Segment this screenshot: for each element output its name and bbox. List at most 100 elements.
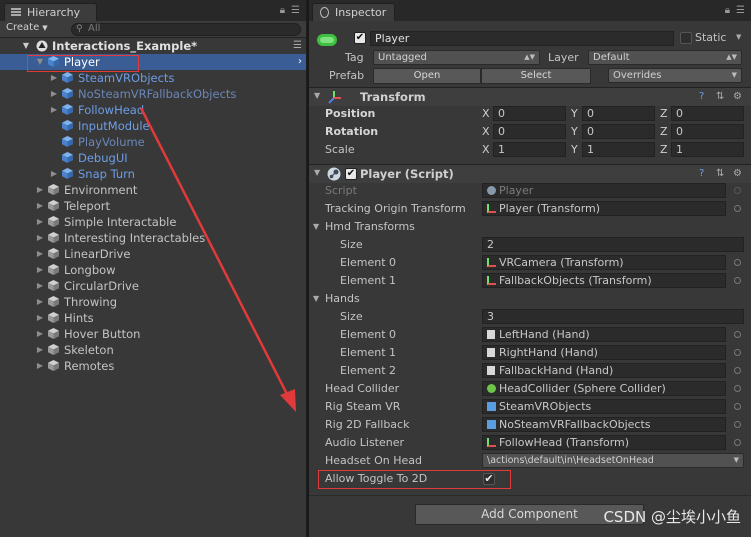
- fold-closed-icon[interactable]: ▶: [36, 294, 44, 310]
- head-collider-field[interactable]: HeadCollider (Sphere Collider): [482, 381, 726, 396]
- object-name-field[interactable]: Player: [370, 31, 674, 46]
- inspector-tab[interactable]: Inspector: [312, 3, 395, 21]
- hierarchy-item[interactable]: ▶ Simple Interactable: [0, 214, 306, 230]
- help-icon[interactable]: ?: [699, 168, 704, 179]
- hierarchy-item[interactable]: ▶ Skeleton: [0, 342, 306, 358]
- fold-open-icon[interactable]: ▼: [314, 168, 320, 177]
- element-field[interactable]: LeftHand (Hand): [482, 327, 726, 342]
- tracking-origin-field[interactable]: Player (Transform): [482, 201, 726, 216]
- menu-icon[interactable]: ☰: [736, 5, 745, 16]
- position-field[interactable]: 0: [671, 106, 744, 121]
- fold-closed-icon[interactable]: ▶: [36, 230, 44, 246]
- rotation-field[interactable]: 0: [493, 124, 566, 139]
- rig-steam-vr-field[interactable]: SteamVRObjects: [482, 399, 726, 414]
- scale-field[interactable]: 1: [582, 142, 655, 157]
- menu-icon[interactable]: ☰: [291, 5, 300, 16]
- object-picker-icon[interactable]: [734, 205, 741, 212]
- element-field[interactable]: VRCamera (Transform): [482, 255, 726, 270]
- hierarchy-item[interactable]: ▶ Hints: [0, 310, 306, 326]
- transform-header[interactable]: ▼ Transform ? ⇅ ⚙: [309, 87, 751, 106]
- fold-closed-icon[interactable]: ▶: [36, 342, 44, 358]
- active-checkbox[interactable]: ✔: [354, 32, 366, 44]
- fold-closed-icon[interactable]: ▶: [36, 262, 44, 278]
- static-dropdown-arrow-icon[interactable]: ▼: [736, 33, 741, 41]
- fold-closed-icon[interactable]: ▶: [36, 214, 44, 230]
- lock-icon[interactable]: 🔒︎: [725, 5, 730, 16]
- fold-closed-icon[interactable]: ▶: [36, 310, 44, 326]
- fold-open-icon[interactable]: ▼: [314, 91, 320, 100]
- hierarchy-item[interactable]: ▶ CircularDrive: [0, 278, 306, 294]
- headset-on-head-dropdown[interactable]: \actions\default\in\HeadsetOnHead ▼: [482, 453, 744, 468]
- scene-row[interactable]: ▼ Interactions_Example* ☰: [0, 38, 306, 54]
- gear-icon[interactable]: ⚙: [733, 91, 742, 102]
- scene-menu-icon[interactable]: ☰: [293, 38, 302, 54]
- object-picker-icon[interactable]: [734, 331, 741, 338]
- prefab-select-button[interactable]: Select: [481, 68, 591, 84]
- object-picker-icon[interactable]: [734, 277, 741, 284]
- fold-closed-icon[interactable]: ▶: [50, 70, 58, 86]
- object-picker-icon[interactable]: [734, 259, 741, 266]
- hierarchy-item[interactable]: ▶ Throwing: [0, 294, 306, 310]
- hierarchy-item[interactable]: ▶ Hover Button: [0, 326, 306, 342]
- fold-closed-icon[interactable]: ▶: [36, 246, 44, 262]
- fold-closed-icon[interactable]: ▶: [36, 278, 44, 294]
- prefab-overrides-dropdown[interactable]: Overrides ▼: [608, 68, 742, 83]
- search-input[interactable]: ⚲ All: [71, 23, 301, 36]
- hierarchy-item[interactable]: ▶ Environment: [0, 182, 306, 198]
- hierarchy-item[interactable]: ▶ Snap Turn: [0, 166, 306, 182]
- scale-field[interactable]: 1: [493, 142, 566, 157]
- script-enabled-checkbox[interactable]: ✔: [345, 168, 357, 180]
- static-checkbox[interactable]: [680, 32, 692, 44]
- hierarchy-item[interactable]: ▶ SteamVRObjects: [0, 70, 306, 86]
- hierarchy-item[interactable]: ▶ Interesting Interactables: [0, 230, 306, 246]
- help-icon[interactable]: ?: [699, 91, 704, 102]
- object-picker-icon[interactable]: [734, 349, 741, 356]
- preset-icon[interactable]: ⇅: [716, 91, 724, 102]
- hierarchy-item[interactable]: InputModule: [0, 118, 306, 134]
- create-button[interactable]: Create ▼: [6, 22, 48, 33]
- rotation-field[interactable]: 0: [582, 124, 655, 139]
- hierarchy-item[interactable]: ▶ Teleport: [0, 198, 306, 214]
- scale-field[interactable]: 1: [671, 142, 744, 157]
- element-field[interactable]: FallbackHand (Hand): [482, 363, 726, 378]
- fold-closed-icon[interactable]: ▶: [50, 166, 58, 182]
- fold-closed-icon[interactable]: ▶: [36, 182, 44, 198]
- fold-open-icon[interactable]: ▼: [313, 222, 319, 231]
- preset-icon[interactable]: ⇅: [716, 168, 724, 179]
- lock-icon[interactable]: 🔒︎: [280, 5, 285, 16]
- rig-2d-fallback-field[interactable]: NoSteamVRFallbackObjects: [482, 417, 726, 432]
- layer-dropdown[interactable]: Default ▲▼: [588, 50, 742, 65]
- fold-closed-icon[interactable]: ▶: [36, 198, 44, 214]
- element-field[interactable]: FallbackObjects (Transform): [482, 273, 726, 288]
- audio-listener-field[interactable]: FollowHead (Transform): [482, 435, 726, 450]
- fold-open-icon[interactable]: ▼: [22, 38, 30, 54]
- hierarchy-item[interactable]: ▶ FollowHead: [0, 102, 306, 118]
- open-prefab-arrow-icon[interactable]: ›: [298, 54, 302, 70]
- fold-closed-icon[interactable]: ▶: [36, 326, 44, 342]
- object-picker-icon[interactable]: [734, 439, 741, 446]
- object-picker-icon[interactable]: [734, 421, 741, 428]
- rotation-field[interactable]: 0: [671, 124, 744, 139]
- fold-closed-icon[interactable]: ▶: [50, 86, 58, 102]
- hierarchy-item[interactable]: DebugUI: [0, 150, 306, 166]
- tag-dropdown[interactable]: Untagged ▲▼: [373, 50, 540, 65]
- fold-open-icon[interactable]: ▼: [313, 294, 319, 303]
- fold-closed-icon[interactable]: ▶: [50, 102, 58, 118]
- position-field[interactable]: 0: [582, 106, 655, 121]
- object-picker-icon[interactable]: [734, 385, 741, 392]
- hierarchy-tab[interactable]: Hierarchy: [4, 3, 97, 21]
- object-picker-icon[interactable]: [734, 403, 741, 410]
- hands-size-field[interactable]: 3: [482, 309, 744, 324]
- fold-closed-icon[interactable]: ▶: [36, 358, 44, 374]
- position-field[interactable]: 0: [493, 106, 566, 121]
- hmd-size-field[interactable]: 2: [482, 237, 744, 252]
- hierarchy-item[interactable]: PlayVolume: [0, 134, 306, 150]
- prefab-open-button[interactable]: Open: [373, 68, 481, 84]
- hierarchy-item[interactable]: ▶ Longbow: [0, 262, 306, 278]
- hierarchy-item[interactable]: ▶ Remotes: [0, 358, 306, 374]
- hierarchy-item[interactable]: ▶ LinearDrive: [0, 246, 306, 262]
- player-script-header[interactable]: ▼ ✔ Player (Script) ? ⇅ ⚙: [309, 164, 751, 183]
- object-picker-icon[interactable]: [734, 367, 741, 374]
- hierarchy-item[interactable]: ▶ NoSteamVRFallbackObjects: [0, 86, 306, 102]
- element-field[interactable]: RightHand (Hand): [482, 345, 726, 360]
